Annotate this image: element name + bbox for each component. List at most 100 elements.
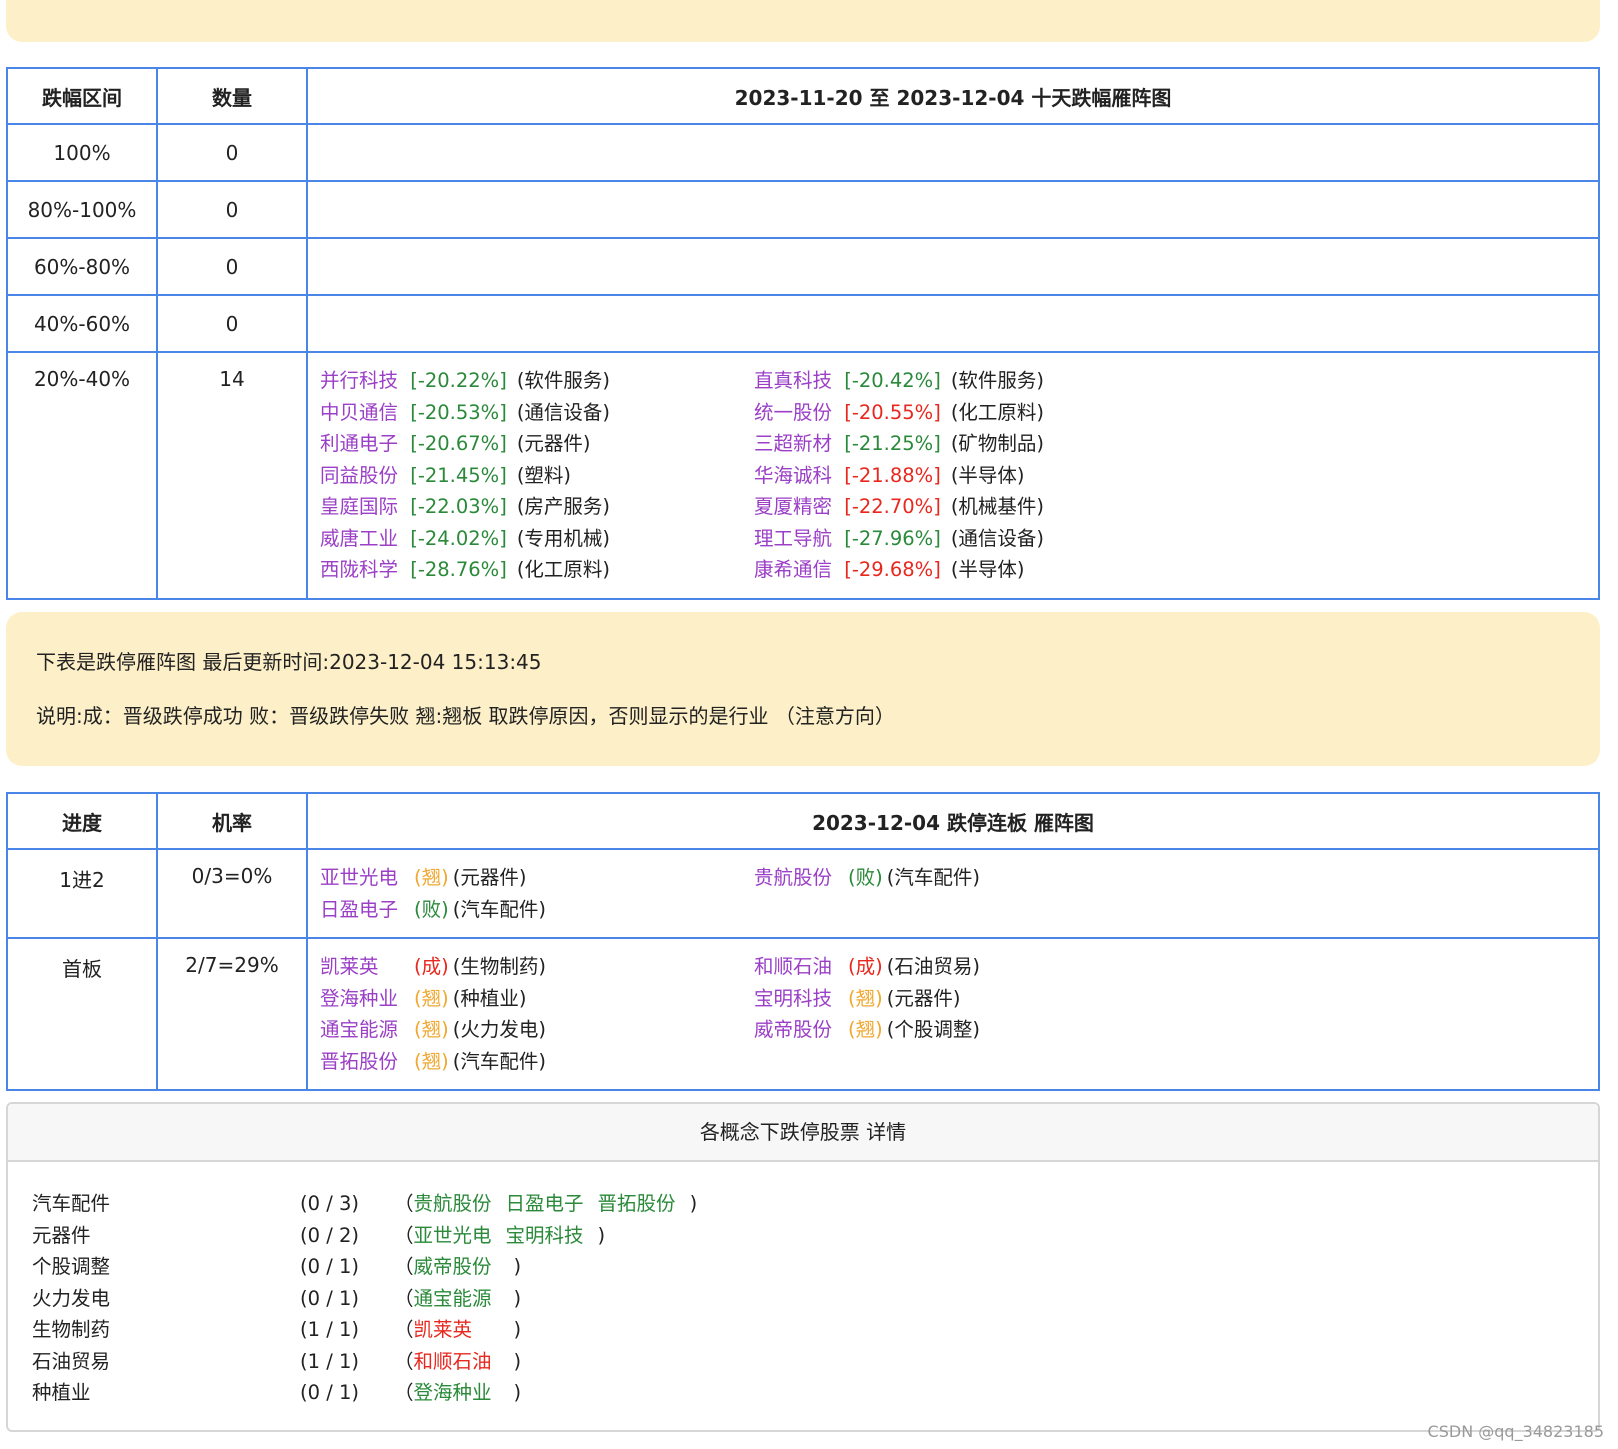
header-stage: 进度: [6, 792, 158, 850]
stock-name-link[interactable]: 理工导航: [754, 527, 832, 550]
stock-name-link[interactable]: 华海诚科: [754, 464, 832, 487]
stock-entry: 夏厦精密 [-22.70%] (机械基件): [754, 491, 1188, 523]
range-cell: 20%-40%: [6, 351, 158, 600]
stocks-cell: 并行科技 [-20.22%] (软件服务) 直真科技 [-20.42%] (软件服务)…: [306, 351, 1600, 600]
stock-list: 亚世光电 (翘) (元器件) 贵航股份 (败) (汽车配件) 日盈电子 (败) (汽车配件): [308, 850, 1598, 937]
industry-label: (石油贸易): [886, 955, 980, 978]
concept-row: 生物制药 (1 / 1) （凯莱英): [32, 1314, 1598, 1346]
stocks-cell: [306, 180, 1600, 239]
header-count: 数量: [156, 67, 308, 125]
table-row: 80%-100% 0: [6, 180, 1600, 239]
concept-count: (0 / 1): [300, 1255, 359, 1278]
drop-percent: [-29.68%]: [844, 558, 941, 581]
concept-stock-link[interactable]: 通宝能源: [414, 1283, 500, 1315]
concept-stock-link[interactable]: 贵航股份: [414, 1192, 492, 1215]
drop-percent: [-21.45%]: [410, 463, 507, 487]
stock-name-link[interactable]: 同益股份: [320, 464, 398, 487]
stage-cell: 首板: [6, 937, 158, 1091]
stock-entry: 西陇科学 [-28.76%] (化工原料): [320, 554, 754, 586]
stock-name-link[interactable]: 凯莱英: [320, 951, 404, 983]
concept-name: 种植业: [32, 1381, 91, 1404]
stock-entry: 统一股份 [-20.55%] (化工原料): [754, 397, 1188, 429]
concept-stock-list: （登海种业): [394, 1377, 521, 1409]
drop-percent: [-22.70%]: [844, 495, 941, 518]
stock-entry: 利通电子 [-20.67%] (元器件): [320, 428, 754, 460]
stock-name-link[interactable]: 西陇科学: [320, 558, 398, 581]
stock-entry: 日盈电子 (败) (汽车配件): [320, 894, 754, 926]
concept-name: 石油贸易: [32, 1349, 111, 1373]
stock-entry: 中贝通信 [-20.53%] (通信设备): [320, 397, 754, 429]
stock-name-link[interactable]: 登海种业: [320, 983, 404, 1015]
industry-label: (化工原料): [516, 558, 611, 581]
concept-name: 个股调整: [32, 1255, 111, 1278]
stock-name-link[interactable]: 并行科技: [320, 369, 398, 392]
concept-stock-link[interactable]: 日盈电子: [506, 1192, 584, 1215]
stock-name-link[interactable]: 威帝股份: [754, 1014, 838, 1046]
concept-detail-panel: 各概念下跌停股票 详情 汽车配件 (0 / 3) （贵航股份 日盈电子 晋拓股份) 元器件…: [6, 1102, 1600, 1432]
count-cell: 14: [156, 351, 308, 600]
drop-range-table: 跌幅区间 数量 2023-11-20 至 2023-12-04 十天跌幅雁阵图 …: [6, 67, 1600, 600]
concept-stock-link[interactable]: 晋拓股份: [598, 1192, 676, 1215]
concept-stock-list: （威帝股份): [394, 1251, 521, 1283]
stock-name-link[interactable]: 三超新材: [754, 432, 832, 455]
concept-stock-link[interactable]: 和顺石油: [414, 1346, 500, 1378]
rate-cell: 2/7=29%: [156, 937, 308, 1091]
table-header-row: 跌幅区间 数量 2023-11-20 至 2023-12-04 十天跌幅雁阵图: [6, 67, 1600, 125]
stock-entry: 并行科技 [-20.22%] (软件服务): [320, 365, 754, 397]
stock-entry: 皇庭国际 [-22.03%] (房产服务): [320, 491, 754, 523]
stock-name-link[interactable]: 通宝能源: [320, 1014, 404, 1046]
stock-name-link[interactable]: 统一股份: [754, 401, 832, 424]
stock-entry: 晋拓股份 (翘) (汽车配件): [320, 1046, 754, 1078]
stock-name-link[interactable]: 利通电子: [320, 432, 398, 455]
stock-name-link[interactable]: 皇庭国际: [320, 495, 398, 518]
concept-stock-list: （和顺石油): [394, 1346, 521, 1378]
concept-stock-link[interactable]: 凯莱英: [414, 1314, 500, 1346]
table-row: 40%-60% 0: [6, 294, 1600, 353]
stock-entry: 理工导航 [-27.96%] (通信设备): [754, 523, 1188, 555]
rate-cell: 0/3=0%: [156, 848, 308, 939]
concept-count: (0 / 1): [300, 1381, 359, 1404]
stock-name-link[interactable]: 直真科技: [754, 369, 832, 392]
drop-percent: [-21.88%]: [844, 463, 941, 487]
stocks-cell: [306, 237, 1600, 296]
stock-entry: 凯莱英 (成) (生物制药): [320, 951, 754, 983]
concept-stock-list: （亚世光电 宝明科技): [394, 1223, 606, 1247]
status-tag: (翘): [414, 986, 449, 1010]
drop-percent: [-22.03%]: [410, 495, 507, 518]
concept-stock-link[interactable]: 宝明科技: [506, 1224, 584, 1247]
stock-list: 并行科技 [-20.22%] (软件服务) 直真科技 [-20.42%] (软件服务)…: [308, 353, 1598, 598]
table-header-row: 进度 机率 2023-12-04 跌停连板 雁阵图: [6, 792, 1600, 850]
stock-name-link[interactable]: 亚世光电: [320, 862, 404, 894]
stock-name-link[interactable]: 康希通信: [754, 558, 832, 581]
stock-entry: 华海诚科 [-21.88%] (半导体): [754, 460, 1188, 492]
concept-stock-link[interactable]: 亚世光电: [414, 1224, 492, 1247]
industry-label: (专用机械): [516, 526, 611, 550]
stock-name-link[interactable]: 日盈电子: [320, 894, 404, 926]
legend-explanation-text: 说明:成：晋级跌停成功 败：晋级跌停失败 翘:翘板 取跌停原因，否则显示的是行业…: [36, 704, 895, 728]
stock-name-link[interactable]: 和顺石油: [754, 951, 838, 983]
industry-label: (通信设备): [950, 526, 1045, 550]
concept-row: 种植业 (0 / 1) （登海种业): [32, 1377, 1598, 1409]
concept-count: (0 / 1): [300, 1286, 359, 1310]
count-cell: 0: [156, 180, 308, 239]
stock-name-link[interactable]: 晋拓股份: [320, 1046, 404, 1078]
drop-percent: [-20.42%]: [844, 369, 941, 392]
concept-name: 生物制药: [32, 1318, 111, 1341]
stocks-cell: 亚世光电 (翘) (元器件) 贵航股份 (败) (汽车配件) 日盈电子 (败) (汽车配件): [306, 848, 1600, 939]
status-tag: (成): [848, 955, 883, 978]
count-cell: 0: [156, 294, 308, 353]
concept-stock-list: （凯莱英): [394, 1314, 521, 1346]
concept-count: (0 / 3): [300, 1192, 359, 1215]
stock-name-link[interactable]: 威唐工业: [320, 527, 398, 550]
table-row: 首板 2/7=29% 凯莱英 (成) (生物制药) 和顺石油 (成) (石油贸易) 登海种业…: [6, 937, 1600, 1091]
stock-name-link[interactable]: 夏厦精密: [754, 495, 832, 518]
concept-row: 石油贸易 (1 / 1) （和顺石油): [32, 1346, 1598, 1378]
industry-label: (塑料): [516, 463, 572, 487]
stock-name-link[interactable]: 宝明科技: [754, 983, 838, 1015]
concept-count: (1 / 1): [300, 1349, 359, 1373]
stock-name-link[interactable]: 贵航股份: [754, 862, 838, 894]
stock-name-link[interactable]: 中贝通信: [320, 401, 398, 424]
concept-stock-link[interactable]: 登海种业: [414, 1377, 500, 1409]
drop-percent: [-20.67%]: [410, 432, 507, 455]
concept-stock-link[interactable]: 威帝股份: [414, 1251, 500, 1283]
